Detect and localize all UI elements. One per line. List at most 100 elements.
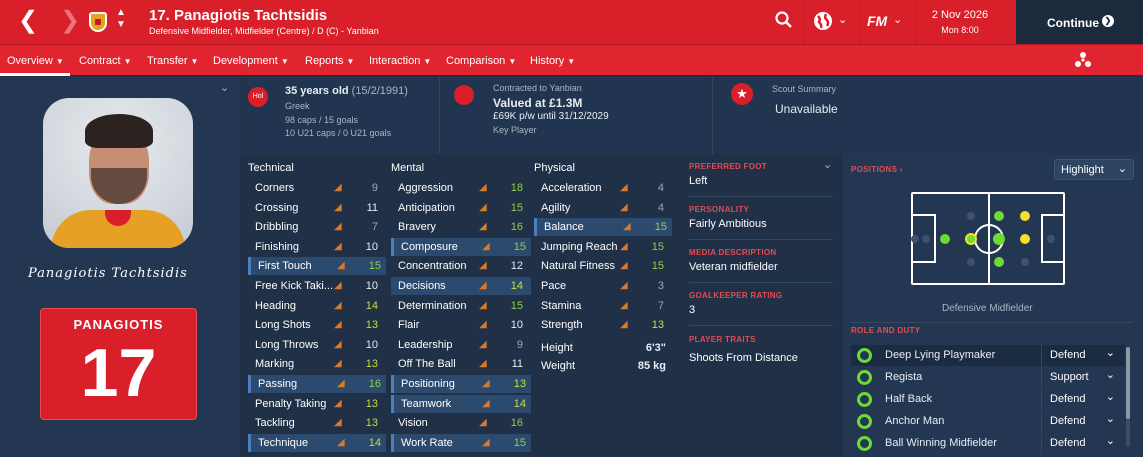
position-dot[interactable] <box>1047 235 1055 243</box>
mental-attribute-row[interactable]: Positioning ◢ 13 <box>391 375 531 393</box>
technical-attribute-row[interactable]: Finishing ◢ 10 <box>248 238 386 256</box>
technical-attribute-row[interactable]: Heading ◢ 14 <box>248 297 386 315</box>
role-row[interactable]: Regista Support ⌄ <box>851 367 1125 388</box>
globe-dropdown-icon[interactable]: ⌄ <box>838 13 847 26</box>
position-dot[interactable] <box>994 257 1004 267</box>
position-dot[interactable] <box>965 233 977 245</box>
duty-dropdown[interactable]: Support ⌄ <box>1041 367 1121 388</box>
attribute-value: 14 <box>365 299 378 312</box>
tab-transfer[interactable]: Transfer ▼ <box>147 55 198 67</box>
globe-icon[interactable] <box>813 11 833 36</box>
technical-attribute-row[interactable]: Long Throws ◢ 10 <box>248 336 386 354</box>
player-trait[interactable]: Shoots From Distance <box>689 352 798 364</box>
duty-dropdown[interactable]: Defend ⌄ <box>1041 411 1121 432</box>
tab-contract[interactable]: Contract ▼ <box>79 55 132 67</box>
attribute-name: Strength <box>541 319 583 332</box>
position-dot[interactable] <box>1020 211 1030 221</box>
physical-attribute-row[interactable]: Jumping Reach ◢ 15 <box>534 238 672 256</box>
nation-flag-icon[interactable]: Hol <box>248 87 268 107</box>
physical-attribute-row[interactable]: Agility ◢ 4 <box>534 199 672 217</box>
mental-attribute-row[interactable]: Off The Ball ◢ 11 <box>391 355 531 373</box>
physical-attribute-row[interactable]: Stamina ◢ 7 <box>534 297 672 315</box>
mental-attribute-row[interactable]: Aggression ◢ 18 <box>391 179 531 197</box>
duty-dropdown[interactable]: Defend ⌄ <box>1041 433 1121 454</box>
mental-attribute-row[interactable]: Leadership ◢ 9 <box>391 336 531 354</box>
nationality[interactable]: Greek <box>285 101 310 111</box>
technical-attribute-row[interactable]: Penalty Taking ◢ 13 <box>248 395 386 413</box>
tab-comparison[interactable]: Comparison ▼ <box>446 55 516 67</box>
technical-attribute-row[interactable]: First Touch ◢ 15 <box>248 257 386 276</box>
attribute-name: Positioning <box>401 378 455 390</box>
position-dot[interactable] <box>940 234 950 244</box>
mental-attribute-row[interactable]: Work Rate ◢ 15 <box>391 433 531 452</box>
position-pitch[interactable] <box>911 192 1065 285</box>
mental-attribute-row[interactable]: Determination ◢ 15 <box>391 297 531 315</box>
attribute-value: 14 <box>510 280 523 292</box>
role-row[interactable]: Deep Lying Playmaker Defend ⌄ <box>851 345 1125 366</box>
club-crest-icon[interactable] <box>89 12 107 32</box>
technical-attribute-row[interactable]: Free Kick Taki... ◢ 10 <box>248 277 386 295</box>
search-icon[interactable] <box>775 11 793 34</box>
technical-attribute-row[interactable]: Corners ◢ 9 <box>248 179 386 197</box>
collapse-chevron-icon[interactable]: ⌄ <box>220 81 229 94</box>
mental-attribute-row[interactable]: Vision ◢ 16 <box>391 414 531 432</box>
technical-attribute-row[interactable]: Marking ◢ 13 <box>248 355 386 373</box>
mental-attribute-row[interactable]: Teamwork ◢ 14 <box>391 394 531 413</box>
physical-attribute-row[interactable]: Balance ◢ 15 <box>534 218 672 237</box>
position-dot[interactable] <box>922 235 930 243</box>
details-chevron-icon[interactable]: ⌄ <box>823 158 832 171</box>
attribute-value: 15 <box>651 240 664 253</box>
continue-button[interactable]: Continue ❯ <box>1016 0 1143 44</box>
tab-history[interactable]: History ▼ <box>530 55 575 67</box>
tab-development[interactable]: Development ▼ <box>213 55 289 67</box>
back-arrow-icon[interactable]: ❮ <box>18 8 38 34</box>
position-dot[interactable] <box>993 233 1005 245</box>
technical-attribute-row[interactable]: Tackling ◢ 13 <box>248 414 386 432</box>
position-dot[interactable] <box>967 258 975 266</box>
physical-attribute-row[interactable]: Acceleration ◢ 4 <box>534 179 672 197</box>
position-dot[interactable] <box>1021 258 1029 266</box>
position-dot[interactable] <box>911 235 919 243</box>
mental-attribute-row[interactable]: Concentration ◢ 12 <box>391 257 531 275</box>
tab-reports[interactable]: Reports ▼ <box>305 55 354 67</box>
physical-attribute-row[interactable]: Natural Fitness ◢ 15 <box>534 257 672 275</box>
tab-overview[interactable]: Overview ▼ <box>7 55 64 67</box>
technical-attribute-row[interactable]: Crossing ◢ 11 <box>248 199 386 217</box>
forward-arrow-icon[interactable]: ❯ <box>60 8 80 34</box>
technical-attribute-row[interactable]: Long Shots ◢ 13 <box>248 316 386 334</box>
fm-logo-icon[interactable]: FM <box>867 13 887 29</box>
role-suitability-icon <box>857 392 872 407</box>
physical-attribute-row[interactable]: Strength ◢ 13 <box>534 316 672 334</box>
date-display[interactable]: 2 Nov 2026 Mon 8:00 <box>905 0 1015 44</box>
highlight-dropdown[interactable]: Highlight ⌄ <box>1054 159 1134 180</box>
training-arrow-icon: ◢ <box>620 319 628 331</box>
technical-attribute-row[interactable]: Passing ◢ 16 <box>248 375 386 393</box>
role-row[interactable]: Anchor Man Defend ⌄ <box>851 411 1125 432</box>
attribute-name: Long Throws <box>255 338 319 351</box>
fm-dropdown-icon[interactable]: ⌄ <box>893 13 902 26</box>
training-arrow-icon: ◢ <box>479 338 487 350</box>
mental-attribute-row[interactable]: Bravery ◢ 16 <box>391 218 531 236</box>
chevron-up-down-icon[interactable]: ▲ ▼ <box>116 7 126 31</box>
training-arrow-icon: ◢ <box>479 260 487 272</box>
mental-attribute-row[interactable]: Composure ◢ 15 <box>391 237 531 256</box>
positions-link[interactable]: POSITIONS › <box>851 165 903 174</box>
mental-attribute-row[interactable]: Anticipation ◢ 15 <box>391 199 531 217</box>
physical-attribute-row[interactable]: Pace ◢ 3 <box>534 277 672 295</box>
role-row[interactable]: Ball Winning Midfielder Defend ⌄ <box>851 433 1125 454</box>
mental-attribute-row[interactable]: Flair ◢ 10 <box>391 316 531 334</box>
technical-attribute-row[interactable]: Technique ◢ 14 <box>248 433 386 452</box>
tab-interaction[interactable]: Interaction ▼ <box>369 55 431 67</box>
role-row[interactable]: Half Back Defend ⌄ <box>851 389 1125 410</box>
technical-attribute-row[interactable]: Dribbling ◢ 7 <box>248 218 386 236</box>
role-scrollbar-thumb[interactable] <box>1126 347 1130 419</box>
duty-dropdown[interactable]: Defend ⌄ <box>1041 345 1121 366</box>
mental-attribute-row[interactable]: Decisions ◢ 14 <box>391 277 531 295</box>
position-dot[interactable] <box>1020 234 1030 244</box>
people-network-icon[interactable] <box>1074 51 1092 74</box>
club-badge-icon[interactable] <box>454 85 474 105</box>
position-dot[interactable] <box>994 211 1004 221</box>
position-dot[interactable] <box>967 212 975 220</box>
attribute-value: 13 <box>365 397 378 410</box>
duty-dropdown[interactable]: Defend ⌄ <box>1041 389 1121 410</box>
